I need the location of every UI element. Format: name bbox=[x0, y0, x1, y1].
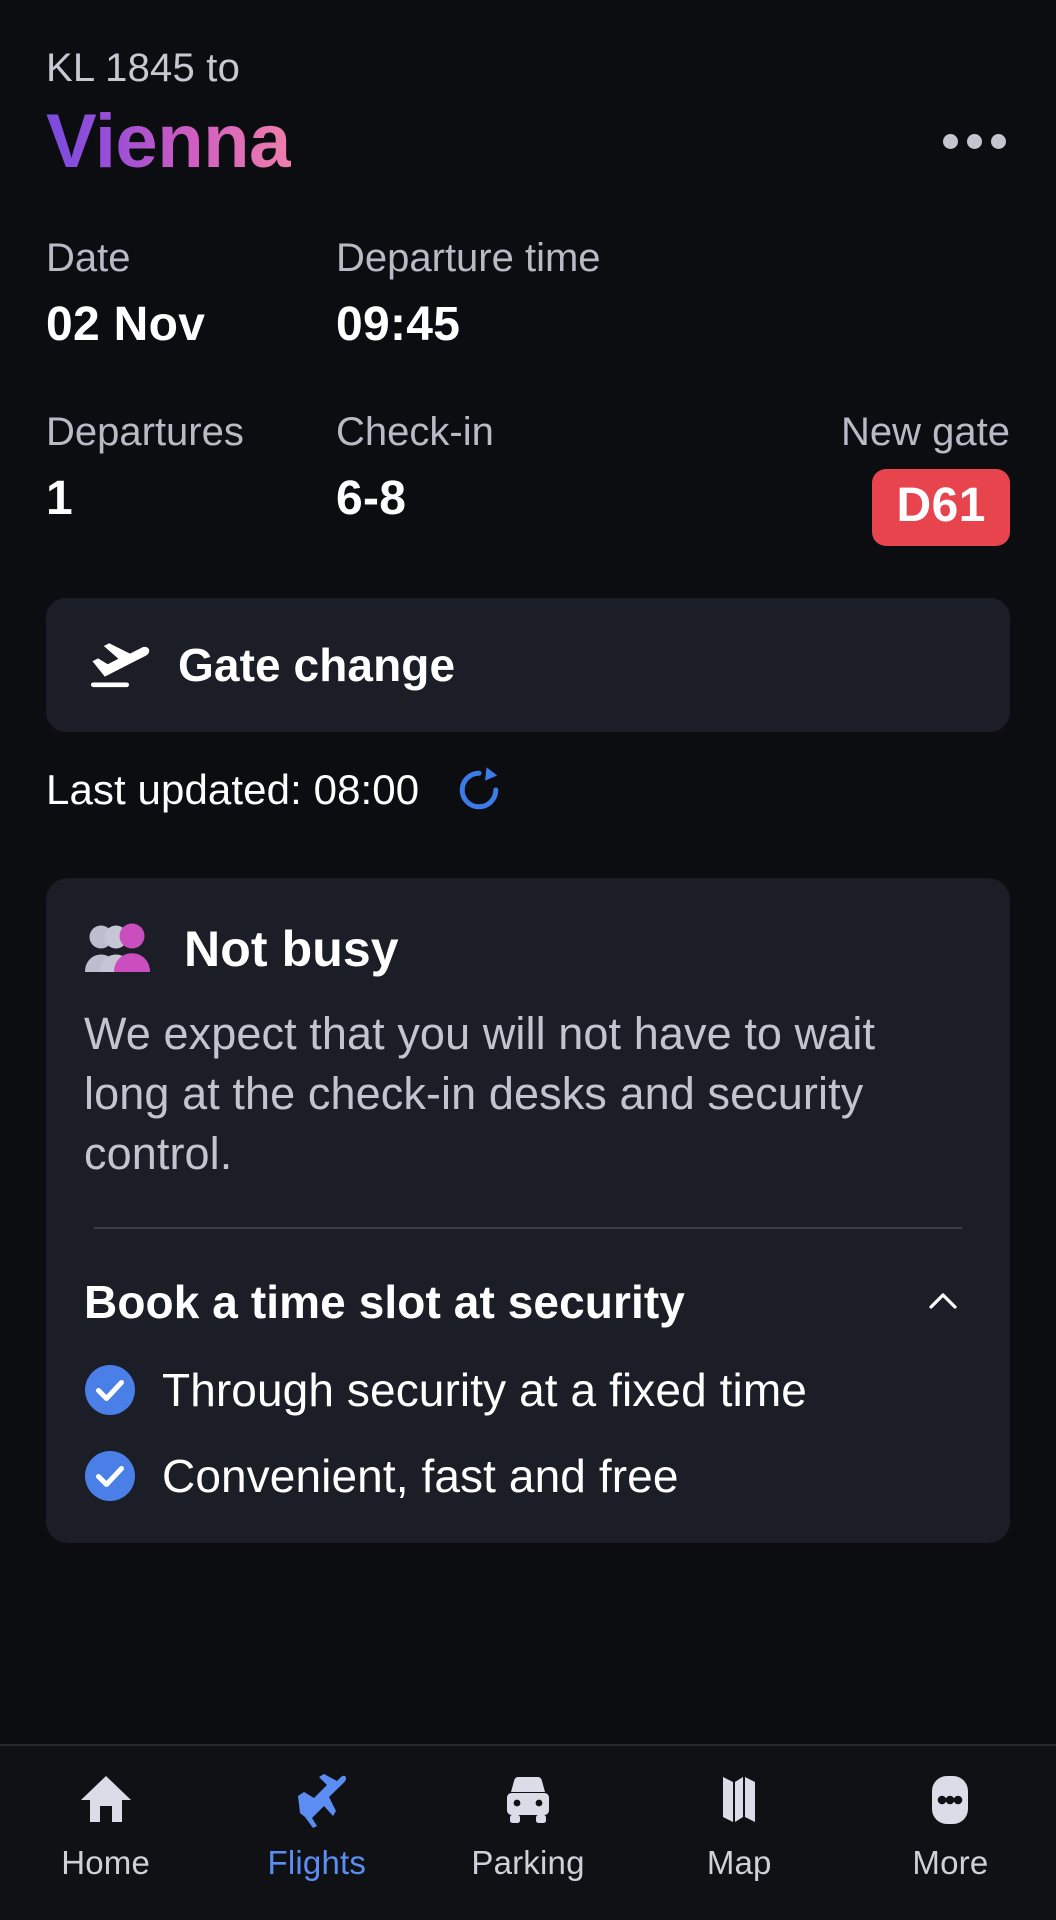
flight-header: KL 1845 to Vienna bbox=[46, 0, 1010, 185]
more-dots-icon bbox=[932, 1776, 969, 1824]
check-circle-icon bbox=[85, 1450, 135, 1501]
nav-label-more: More bbox=[912, 1844, 989, 1881]
gate-change-alert[interactable]: Gate change bbox=[46, 597, 1010, 732]
kebab-dot-1 bbox=[943, 134, 958, 150]
crowd-status-header: Not busy bbox=[84, 920, 972, 978]
benefit-label: Through security at a fixed time bbox=[162, 1363, 807, 1416]
kebab-menu-icon[interactable] bbox=[935, 120, 1014, 163]
info-cell-date: Date 02 Nov bbox=[46, 233, 336, 355]
crowd-status-description: We expect that you will not have to wait… bbox=[84, 1007, 876, 1180]
scrollable-content[interactable]: KL 1845 to Vienna Date 02 Nov Departure … bbox=[0, 0, 1056, 1744]
flight-takeoff-icon bbox=[91, 643, 150, 687]
info-label-date: Date bbox=[46, 236, 131, 281]
nav-label-flights: Flights bbox=[267, 1844, 367, 1881]
nav-item-map[interactable]: Map bbox=[634, 1772, 845, 1882]
flight-number-line: KL 1845 to bbox=[46, 46, 241, 90]
info-cell-departures: Departures 1 bbox=[46, 407, 336, 529]
flight-icon bbox=[297, 1774, 346, 1828]
nav-label-map: Map bbox=[706, 1844, 772, 1881]
info-row-primary: Date 02 Nov Departure time 09:45 bbox=[46, 233, 1010, 355]
nav-item-flights[interactable]: Flights bbox=[211, 1772, 422, 1882]
info-row-secondary: Departures 1 Check-in 6-8 New gate D61 bbox=[46, 407, 1010, 546]
home-icon bbox=[80, 1776, 131, 1822]
info-cell-departure-time: Departure time 09:45 bbox=[336, 233, 716, 355]
info-label-checkin: Check-in bbox=[336, 410, 494, 455]
info-value-departures: 1 bbox=[46, 472, 73, 526]
kebab-dot-2 bbox=[967, 134, 982, 150]
chevron-up-icon bbox=[929, 1293, 957, 1309]
kebab-dot-3 bbox=[991, 134, 1006, 150]
security-timeslot-title: Book a time slot at security bbox=[84, 1275, 685, 1328]
bottom-navigation-bar: Home Flights Parking Map More bbox=[0, 1744, 1056, 1920]
last-updated-text: Last updated: 08:00 bbox=[46, 765, 420, 813]
page-title: Vienna bbox=[46, 99, 291, 184]
nav-item-more[interactable]: More bbox=[845, 1772, 1056, 1882]
map-icon bbox=[723, 1777, 756, 1822]
last-updated-row: Last updated: 08:00 bbox=[46, 764, 1010, 816]
nav-item-parking[interactable]: Parking bbox=[422, 1772, 633, 1882]
info-value-checkin: 6-8 bbox=[336, 472, 407, 526]
benefit-label: Convenient, fast and free bbox=[162, 1449, 679, 1502]
info-value-date: 02 Nov bbox=[46, 298, 206, 352]
people-group-icon bbox=[85, 923, 150, 972]
crowd-status-title: Not busy bbox=[184, 920, 399, 977]
security-timeslot-accordion-header[interactable]: Book a time slot at security bbox=[84, 1229, 972, 1329]
info-label-departure-time: Departure time bbox=[336, 236, 601, 281]
list-item: Through security at a fixed time bbox=[84, 1363, 972, 1417]
info-cell-checkin: Check-in 6-8 bbox=[336, 407, 716, 529]
flight-info-grid: Date 02 Nov Departure time 09:45 Departu… bbox=[46, 233, 1010, 546]
nav-label-parking: Parking bbox=[471, 1844, 585, 1881]
status-badge-new-gate[interactable]: D61 bbox=[872, 469, 1010, 546]
info-cell-new-gate: New gate D61 bbox=[716, 407, 1010, 546]
flight-details-screen: KL 1845 to Vienna Date 02 Nov Departure … bbox=[0, 0, 1056, 1920]
gate-change-alert-title: Gate change bbox=[178, 638, 456, 691]
refresh-glyph bbox=[459, 767, 499, 810]
info-label-departures: Departures bbox=[46, 410, 244, 455]
security-timeslot-benefits: Through security at a fixed time Conveni… bbox=[84, 1363, 972, 1543]
crowd-status-card: Not busy We expect that you will not hav… bbox=[46, 877, 1010, 1543]
car-icon bbox=[507, 1777, 549, 1823]
destination-row: Vienna bbox=[46, 98, 1010, 185]
info-value-departure-time: 09:45 bbox=[336, 298, 461, 352]
refresh-icon[interactable] bbox=[453, 764, 505, 816]
nav-label-home: Home bbox=[61, 1844, 151, 1881]
nav-item-home[interactable]: Home bbox=[0, 1772, 211, 1882]
info-label-new-gate: New gate bbox=[841, 410, 1010, 455]
list-item: Convenient, fast and free bbox=[84, 1449, 972, 1503]
check-circle-icon bbox=[85, 1364, 135, 1415]
